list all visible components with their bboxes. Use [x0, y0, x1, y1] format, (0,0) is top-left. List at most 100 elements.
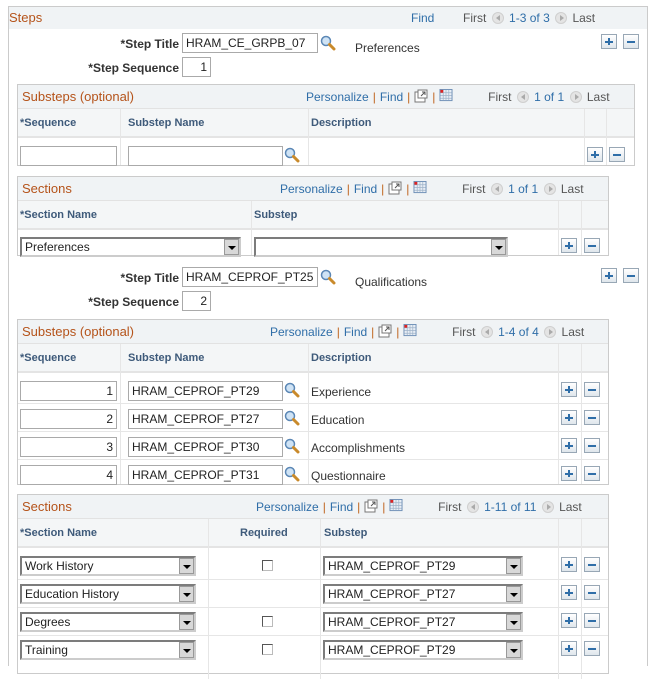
add-row-button[interactable] [561, 438, 577, 453]
lookup-icon[interactable] [284, 438, 300, 454]
delete-row-button[interactable] [584, 238, 600, 253]
dropdown-arrow-icon[interactable] [506, 614, 521, 630]
dropdown-arrow-icon[interactable] [506, 586, 521, 602]
next-arrow-icon[interactable] [569, 91, 582, 103]
add-step-button[interactable] [601, 34, 617, 49]
delete-row-button[interactable] [584, 613, 600, 628]
substep-name-input[interactable] [128, 437, 283, 457]
delete-step-button[interactable] [623, 268, 639, 283]
substep-select[interactable]: HRAM_CEPROF_PT27 [323, 584, 523, 604]
sequence-input[interactable] [20, 409, 117, 429]
dropdown-arrow-icon[interactable] [224, 239, 239, 255]
section-name-value: Training [25, 643, 68, 657]
step-sequence-input[interactable] [182, 291, 211, 311]
lookup-icon[interactable] [284, 382, 300, 398]
add-row-button[interactable] [561, 557, 577, 572]
lookup-icon[interactable] [320, 269, 336, 285]
download-grid-icon[interactable] [403, 324, 417, 337]
section-name-select[interactable]: Training [20, 640, 196, 660]
previous-arrow-icon[interactable] [491, 12, 504, 24]
dropdown-arrow-icon[interactable] [179, 642, 194, 658]
substep-name-input[interactable] [128, 381, 283, 401]
add-row-button[interactable] [561, 238, 577, 253]
add-step-button[interactable] [601, 268, 617, 283]
find-link[interactable]: Find [344, 325, 367, 339]
download-grid-icon[interactable] [389, 499, 403, 512]
delete-row-button[interactable] [609, 147, 625, 162]
personalize-link[interactable]: Personalize [270, 325, 333, 339]
dropdown-arrow-icon[interactable] [506, 558, 521, 574]
new-window-icon[interactable] [378, 324, 392, 338]
delete-row-button[interactable] [584, 641, 600, 656]
new-window-icon[interactable] [414, 89, 428, 103]
sequence-input[interactable] [20, 437, 117, 457]
add-row-button[interactable] [561, 466, 577, 481]
substep-select[interactable]: HRAM_CEPROF_PT29 [323, 556, 523, 576]
previous-arrow-icon[interactable] [516, 91, 529, 103]
lookup-icon[interactable] [284, 410, 300, 426]
lookup-icon[interactable] [284, 466, 300, 482]
download-grid-icon[interactable] [439, 89, 453, 102]
range-label: 1-4 of 4 [498, 325, 539, 339]
add-row-button[interactable] [587, 147, 603, 162]
section-name-select[interactable]: Work History [20, 556, 196, 576]
step-sequence-input[interactable] [182, 57, 211, 77]
next-arrow-icon[interactable] [541, 501, 554, 513]
delete-row-button[interactable] [584, 438, 600, 453]
next-arrow-icon[interactable] [555, 12, 568, 24]
delete-row-button[interactable] [584, 410, 600, 425]
sequence-input[interactable] [20, 381, 117, 401]
add-row-button[interactable] [561, 613, 577, 628]
section-name-select[interactable]: Preferences [20, 237, 241, 257]
new-window-icon[interactable] [388, 181, 402, 195]
lookup-icon[interactable] [284, 147, 300, 163]
personalize-link[interactable]: Personalize [256, 500, 319, 514]
dropdown-arrow-icon[interactable] [179, 586, 194, 602]
substep-select[interactable]: HRAM_CEPROF_PT29 [323, 640, 523, 660]
add-row-button[interactable] [561, 641, 577, 656]
delete-row-button[interactable] [584, 466, 600, 481]
delete-row-button[interactable] [584, 585, 600, 600]
personalize-link[interactable]: Personalize [280, 182, 343, 196]
add-row-button[interactable] [561, 585, 577, 600]
steps-find-link[interactable]: Find [411, 11, 434, 25]
previous-arrow-icon[interactable] [466, 501, 479, 513]
previous-arrow-icon[interactable] [480, 326, 493, 338]
dropdown-arrow-icon[interactable] [179, 614, 194, 630]
new-window-icon[interactable] [364, 499, 378, 513]
next-arrow-icon[interactable] [543, 183, 556, 195]
required-checkbox[interactable] [262, 560, 273, 571]
substep-name-input[interactable] [128, 465, 283, 485]
required-checkbox[interactable] [262, 616, 273, 627]
delete-step-button[interactable] [623, 34, 639, 49]
find-link[interactable]: Find [380, 90, 403, 104]
substep-name-input[interactable] [128, 409, 283, 429]
previous-arrow-icon[interactable] [490, 183, 503, 195]
delete-row-button[interactable] [584, 557, 600, 572]
add-row-button[interactable] [561, 382, 577, 397]
substep-description: Experience [311, 385, 372, 399]
dropdown-arrow-icon[interactable] [506, 642, 521, 658]
required-checkbox[interactable] [262, 644, 273, 655]
find-link[interactable]: Find [354, 182, 377, 196]
dropdown-arrow-icon[interactable] [491, 239, 506, 255]
lookup-icon[interactable] [320, 35, 336, 51]
sequence-input[interactable] [20, 465, 117, 485]
dropdown-arrow-icon[interactable] [179, 558, 194, 574]
section-name-select[interactable]: Degrees [20, 612, 196, 632]
substep-name-input[interactable] [128, 146, 283, 166]
find-link[interactable]: Find [330, 500, 353, 514]
step-title-input[interactable] [182, 33, 318, 53]
steps-range: 1-3 of 3 [509, 11, 550, 25]
column-header-row: *Section Name Required Substep [18, 519, 608, 548]
step-title-input[interactable] [182, 267, 318, 287]
sequence-input[interactable] [20, 146, 117, 166]
download-grid-icon[interactable] [413, 181, 427, 194]
delete-row-button[interactable] [584, 382, 600, 397]
personalize-link[interactable]: Personalize [306, 90, 369, 104]
section-name-select[interactable]: Education History [20, 584, 196, 604]
substep-select[interactable] [254, 237, 508, 257]
add-row-button[interactable] [561, 410, 577, 425]
next-arrow-icon[interactable] [544, 326, 557, 338]
substep-select[interactable]: HRAM_CEPROF_PT27 [323, 612, 523, 632]
